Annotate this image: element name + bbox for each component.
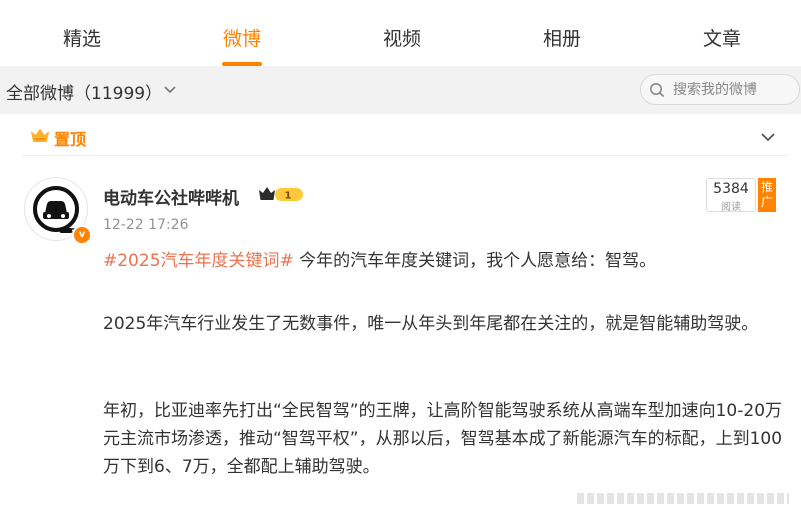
post-timestamp[interactable]: 12-22 17:26 — [103, 217, 188, 233]
crown-icon — [30, 127, 50, 147]
author-name[interactable]: 电动车公社哔哔机 — [103, 184, 239, 209]
divider — [22, 155, 788, 156]
pinned-header: 置顶 — [0, 114, 801, 156]
read-count-caption: 阅读 — [721, 202, 741, 213]
post-paragraph: #2025汽车年度关键词# 今年的汽车年度关键词，我个人愿意给：智驾。 — [103, 247, 783, 275]
read-count-box: 5384 阅读 — [706, 178, 756, 213]
tab-video[interactable]: 视频 — [383, 24, 421, 51]
filter-bar: 全部微博（11999） — [0, 66, 801, 114]
all-weibo-filter[interactable]: 全部微博（11999） — [6, 79, 162, 104]
post-paragraph: 2025年汽车行业发生了无数事件，唯一从年头到年尾都在关注的，就是智能辅助驾驶。 — [103, 314, 759, 334]
member-level: 1 — [285, 191, 292, 202]
search-input[interactable] — [673, 79, 795, 101]
horizontal-scrollbar[interactable] — [577, 493, 789, 504]
pinned-label: 置顶 — [54, 130, 87, 149]
tab-featured[interactable]: 精选 — [63, 24, 101, 51]
promote-button[interactable]: 推广 — [758, 178, 776, 212]
search-icon[interactable] — [649, 82, 665, 102]
tab-article[interactable]: 文章 — [703, 24, 741, 51]
hashtag-link[interactable]: #2025汽车年度关键词# — [103, 251, 294, 271]
chevron-down-icon[interactable] — [163, 81, 177, 100]
read-count: 5384 — [713, 181, 749, 197]
chevron-down-icon[interactable] — [760, 129, 776, 149]
verified-badge-icon: v — [72, 225, 92, 245]
tab-album[interactable]: 相册 — [543, 24, 581, 51]
post-paragraph: 年初，比亚迪率先打出“全民智驾”的王牌，让高阶智能驾驶系统从高端车型加速向10-… — [103, 401, 783, 477]
post-intro-text: 今年的汽车年度关键词，我个人愿意给：智驾。 — [299, 251, 657, 271]
search-box[interactable] — [640, 74, 800, 105]
avatar[interactable]: v — [24, 177, 92, 245]
member-crown-icon[interactable]: 1 — [258, 184, 306, 208]
tab-weibo[interactable]: 微博 — [223, 24, 261, 51]
profile-tab-bar: 精选 微博 视频 相册 文章 — [0, 0, 801, 66]
